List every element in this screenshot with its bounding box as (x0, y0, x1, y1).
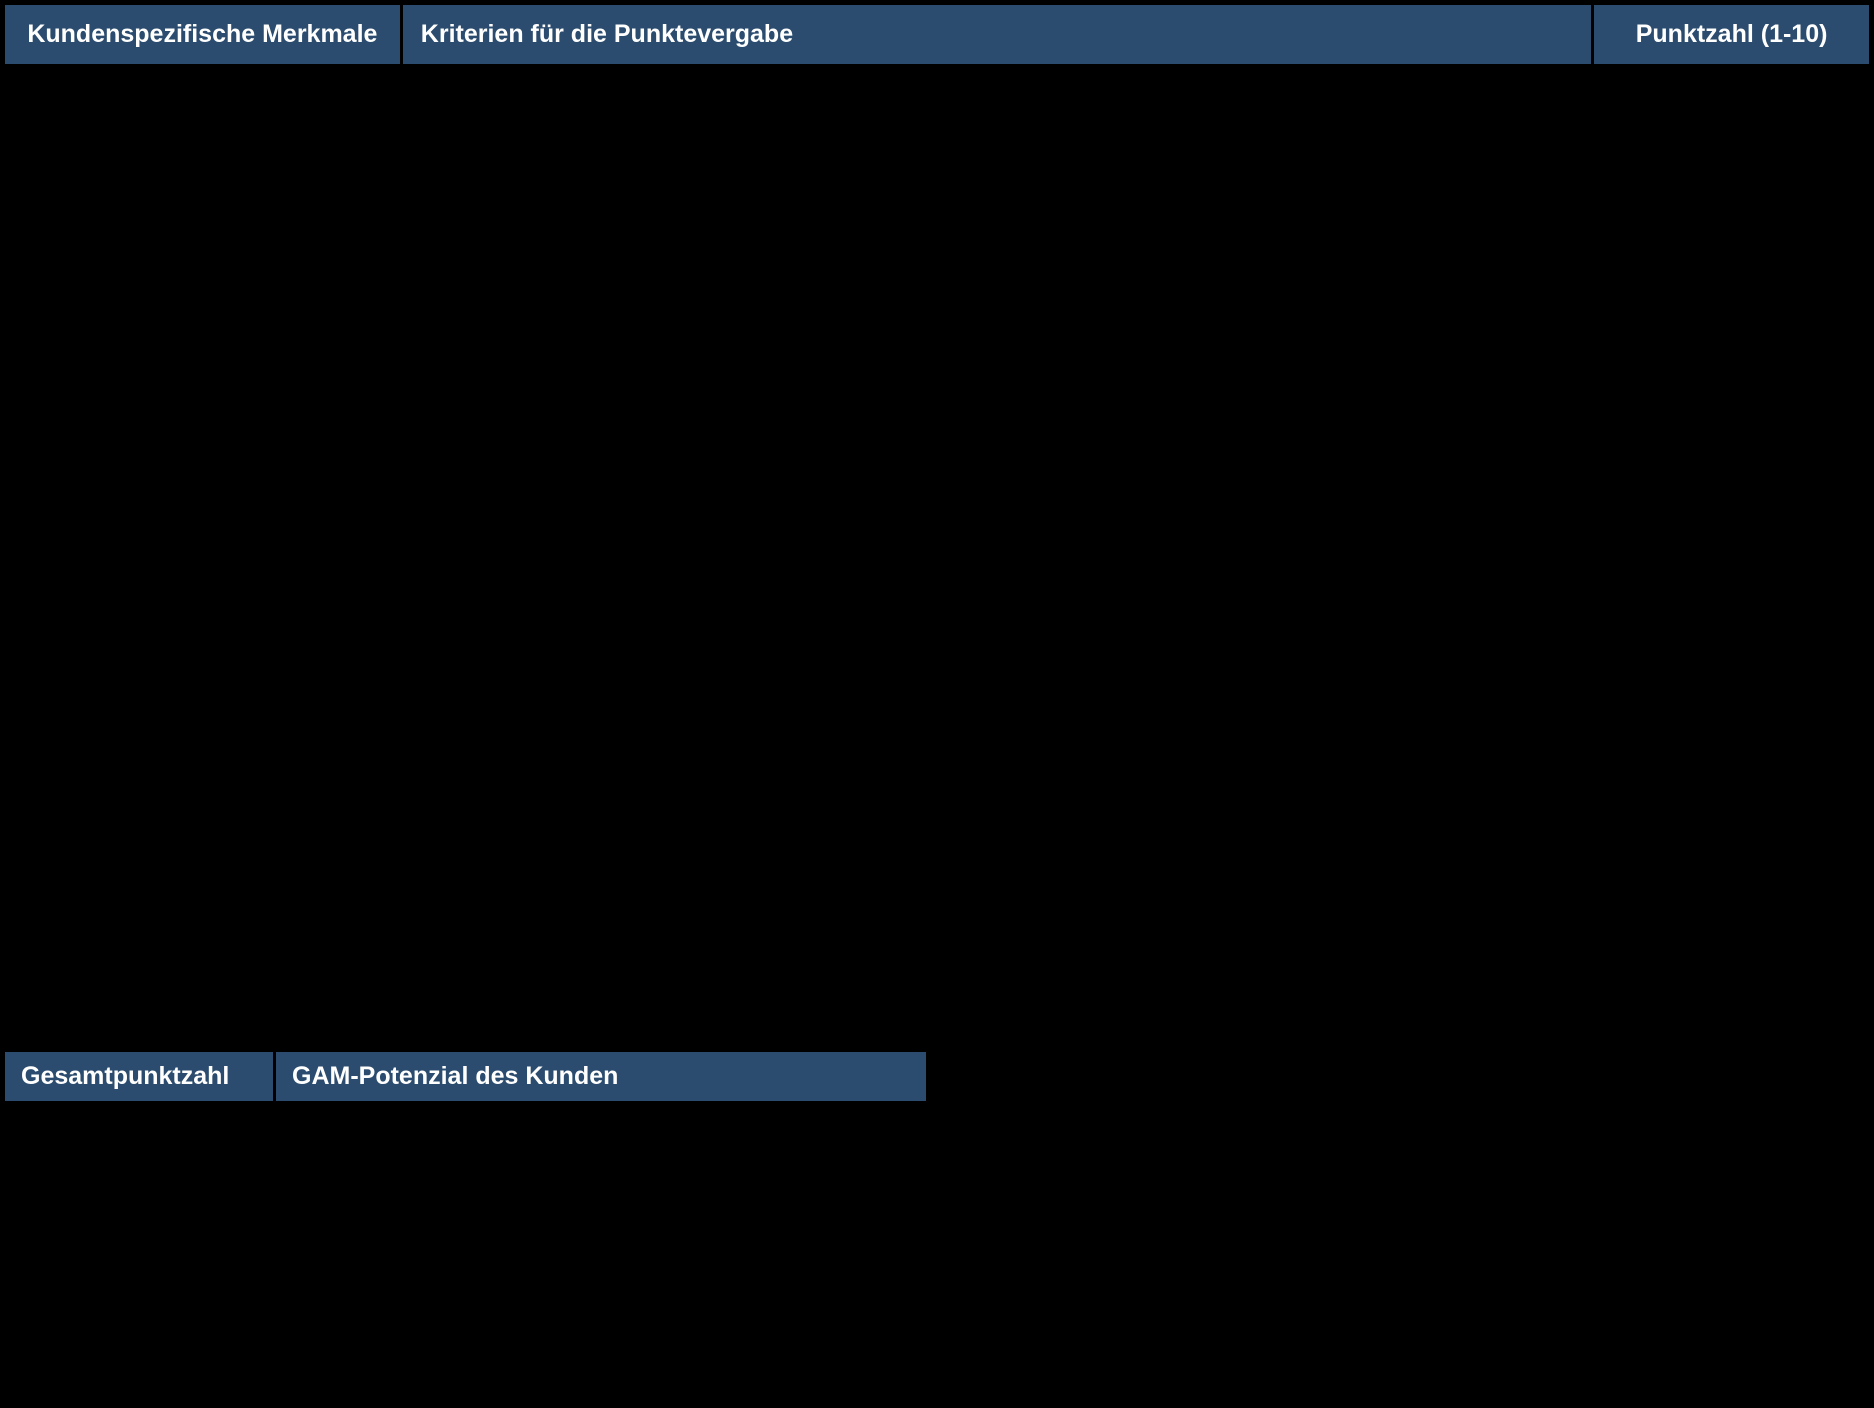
legend-table-head: Gesamtpunktzahl GAM-Potenzial des Kunden (5, 1052, 926, 1101)
header-scoring-criteria: Kriterien für die Punktevergabe (403, 5, 1591, 64)
scoring-table-head: Kundenspezifische Merkmale Kriterien für… (5, 5, 1869, 64)
scoring-table: Kundenspezifische Merkmale Kriterien für… (2, 2, 1872, 67)
header-total-score: Gesamtpunktzahl (5, 1052, 273, 1101)
legend-table: Gesamtpunktzahl GAM-Potenzial des Kunden (2, 1049, 929, 1104)
table-body-space (0, 67, 1874, 1049)
document-root: Kundenspezifische Merkmale Kriterien für… (0, 2, 1874, 1104)
header-score: Punktzahl (1-10) (1594, 5, 1869, 64)
header-gam-potential: GAM-Potenzial des Kunden (276, 1052, 926, 1101)
header-customer-attributes: Kundenspezifische Merkmale (5, 5, 400, 64)
